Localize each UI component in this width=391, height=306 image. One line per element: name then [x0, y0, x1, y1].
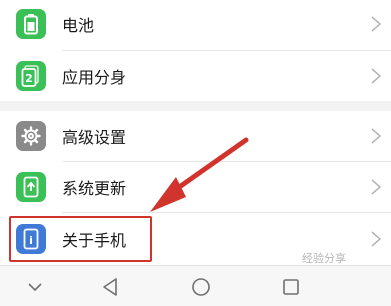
battery-icon	[16, 9, 46, 39]
settings-item-label: 电池	[62, 16, 95, 35]
settings-group-1: 电池 2 应用分身	[0, 0, 391, 101]
chevron-right-icon	[371, 231, 382, 247]
settings-item-battery[interactable]: 电池	[0, 0, 391, 48]
watermark: 经验分享	[302, 252, 346, 265]
settings-item-label: 系统更新	[62, 178, 127, 198]
app-twin-icon: 2	[16, 61, 46, 91]
settings-item-app-twin[interactable]: 2 应用分身	[0, 51, 391, 101]
back-icon[interactable]	[97, 273, 125, 301]
chevron-right-icon	[371, 16, 382, 32]
settings-item-label: 应用分身	[62, 68, 127, 87]
highlight-box	[9, 216, 152, 262]
hide-nav-icon[interactable]	[21, 273, 49, 301]
settings-item-advanced[interactable]: 高级设置	[0, 111, 391, 160]
chevron-right-icon	[371, 178, 382, 195]
system-update-icon	[16, 172, 46, 202]
settings-screen: 电池 2 应用分身 高级设置 系统更新 i 关于手机 经验分享	[0, 0, 391, 306]
navigation-bar	[0, 265, 391, 306]
settings-item-label: 高级设置	[62, 127, 127, 147]
gear-icon	[16, 121, 46, 151]
recents-icon[interactable]	[277, 273, 305, 301]
chevron-right-icon	[371, 127, 382, 144]
home-icon[interactable]	[187, 273, 215, 301]
settings-item-system-update[interactable]: 系统更新	[0, 162, 391, 211]
app-twin-badge: 2	[25, 72, 33, 85]
chevron-right-icon	[371, 68, 382, 84]
